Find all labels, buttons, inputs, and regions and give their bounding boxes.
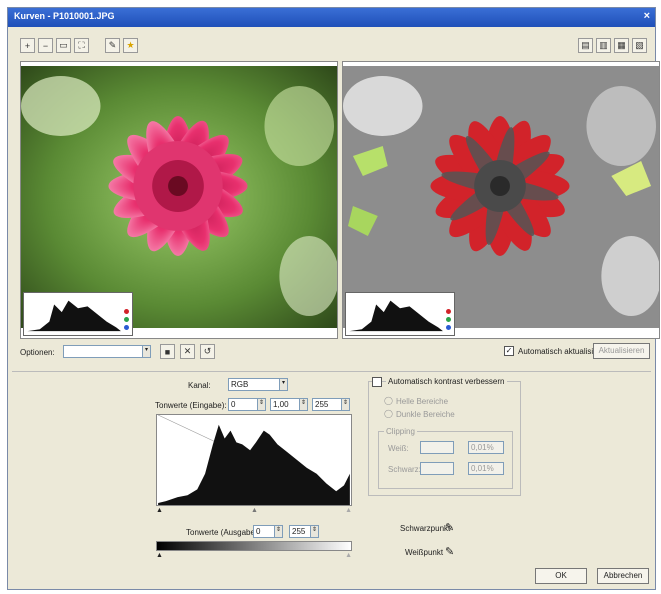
histogram-fill: [158, 424, 350, 505]
output-slider-track[interactable]: ▲ ▲: [156, 552, 352, 559]
input-gamma-handle[interactable]: ▲: [251, 507, 258, 514]
zoom-in-icon[interactable]: +: [20, 38, 35, 53]
clipping-group: [378, 431, 513, 489]
radio-icon[interactable]: ◯: [384, 409, 393, 418]
eyedropper-icon[interactable]: ✎: [445, 521, 454, 534]
result-channel-dots: [446, 309, 657, 330]
auto-contrast-checkbox[interactable]: [372, 377, 382, 387]
white-clip-field[interactable]: 0,01%: [468, 441, 504, 454]
white-clip-label: Weiß:: [388, 444, 409, 453]
output-black-handle[interactable]: ▲: [156, 552, 163, 559]
output-white-handle[interactable]: ▲: [345, 552, 352, 559]
auto-option-1-label: Helle Bereiche: [396, 397, 449, 406]
black-clip-label: Schwarz:: [388, 465, 421, 474]
result-histogram-thumbnail: [345, 292, 455, 336]
curves-dialog: Kurven - P1010001.JPG × + − ▭ ⛶ ✎ ★ ▤ ▥ …: [7, 7, 660, 590]
green-dot: [446, 317, 451, 322]
ok-button[interactable]: OK: [535, 568, 587, 584]
chevron-down-icon[interactable]: ▾: [142, 345, 151, 358]
chevron-down-icon[interactable]: ▾: [279, 378, 288, 391]
output-gradient-bar: [156, 541, 352, 551]
window-title: Kurven - P1010001.JPG: [14, 11, 115, 21]
cancel-button[interactable]: Abbrechen: [597, 568, 649, 584]
black-slider[interactable]: [420, 462, 454, 475]
auto-option-2-label: Dunkle Bereiche: [396, 410, 455, 419]
input-white-handle[interactable]: ▲: [345, 507, 352, 514]
zoom-out-icon[interactable]: −: [38, 38, 53, 53]
original-histogram-thumbnail: [23, 292, 133, 336]
black-clip-field[interactable]: 0,01%: [468, 462, 504, 475]
levels-histogram[interactable]: [156, 414, 352, 506]
eyedropper-icon[interactable]: ✎: [105, 38, 120, 53]
toolbar-right: ▤ ▥ ▦ ▧: [578, 38, 647, 53]
radio-icon[interactable]: ◯: [384, 396, 393, 405]
eyedropper-icon[interactable]: ✎: [445, 545, 454, 558]
input-black-handle[interactable]: ▲: [156, 507, 163, 514]
toolbar-left: + − ▭ ⛶ ✎ ★: [20, 38, 138, 54]
auto-preview-checkbox[interactable]: ✓: [504, 346, 514, 356]
red-dot: [124, 309, 129, 314]
blue-dot: [124, 325, 129, 330]
refresh-button[interactable]: Aktualisieren: [593, 343, 650, 359]
channel-label: Kanal:: [188, 381, 211, 390]
reset-icon[interactable]: ↺: [200, 344, 215, 359]
output-levels-label: Tonwerte (Ausgabe):: [186, 528, 260, 537]
close-icon[interactable]: ×: [644, 10, 650, 22]
auto-preview-label: Automatisch aktualisiert: [518, 347, 603, 356]
save-icon[interactable]: ■: [160, 344, 175, 359]
view-split-icon[interactable]: ▥: [596, 38, 611, 53]
original-channel-dots: [124, 309, 335, 330]
fullscreen-icon[interactable]: ⛶: [74, 38, 89, 53]
input-mid-spinner[interactable]: ⇕: [299, 398, 308, 411]
original-image: [21, 66, 337, 328]
auto-contrast-label: Automatisch kontrast verbessern: [386, 377, 507, 386]
result-preview: [342, 61, 660, 339]
presets-dropdown[interactable]: [63, 345, 151, 358]
view-horizontal-icon[interactable]: ▦: [614, 38, 629, 53]
white-picker-label: Weißpunkt: [405, 548, 444, 557]
input-levels-label: Tonwerte (Eingabe):: [155, 401, 227, 410]
clipping-image: [343, 66, 659, 328]
original-preview: [20, 61, 338, 339]
white-slider[interactable]: [420, 441, 454, 454]
blue-dot: [446, 325, 451, 330]
black-picker-label: Schwarzpunkt: [400, 524, 451, 533]
title-bar: Kurven - P1010001.JPG ×: [8, 8, 655, 27]
input-slider-track[interactable]: ▲ ▲ ▲: [156, 507, 352, 514]
green-dot: [124, 317, 129, 322]
delete-icon[interactable]: ✕: [180, 344, 195, 359]
input-high-spinner[interactable]: ⇕: [341, 398, 350, 411]
red-dot: [446, 309, 451, 314]
input-low-spinner[interactable]: ⇕: [257, 398, 266, 411]
output-high-spinner[interactable]: ⇕: [310, 525, 319, 538]
star-icon[interactable]: ★: [123, 38, 138, 53]
view-vertical-icon[interactable]: ▧: [632, 38, 647, 53]
output-low-spinner[interactable]: ⇕: [274, 525, 283, 538]
view-single-icon[interactable]: ▤: [578, 38, 593, 53]
clipping-group-label: Clipping: [384, 427, 417, 436]
presets-label: Optionen:: [20, 348, 55, 357]
divider: [12, 371, 651, 372]
fit-icon[interactable]: ▭: [56, 38, 71, 53]
